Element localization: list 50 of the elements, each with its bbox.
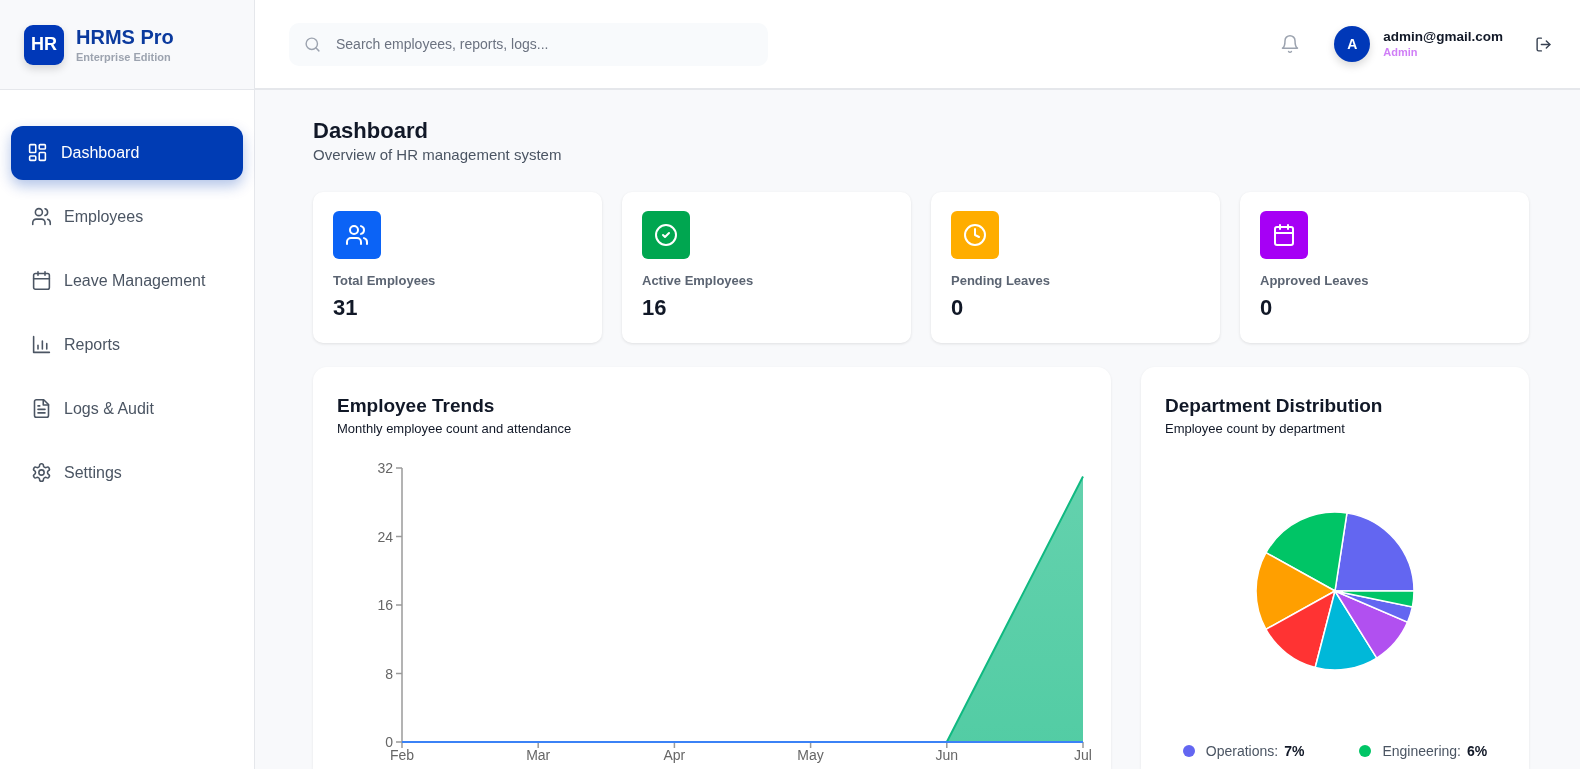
stat-value: 31 — [333, 293, 358, 322]
stat-value: 16 — [642, 293, 667, 322]
document-icon — [31, 398, 52, 420]
page-title: Dashboard — [313, 117, 428, 145]
search-icon — [304, 35, 321, 53]
axis-tick-label: 0 — [385, 734, 393, 750]
logout-icon[interactable] — [1535, 35, 1552, 53]
page-subtitle: Overview of HR management system — [313, 145, 562, 165]
sidebar-item[interactable]: Employees — [11, 190, 243, 244]
user-role: Admin — [1383, 45, 1418, 60]
card-subtitle: Employee count by department — [1165, 420, 1345, 438]
user-avatar[interactable]: A — [1334, 26, 1371, 62]
axis-label: Feb — [389, 747, 415, 763]
axis-tick-label: 16 — [377, 597, 393, 613]
stat-label: Approved Leaves — [1260, 271, 1369, 290]
calendar-icon — [31, 270, 52, 292]
people-icon — [31, 206, 52, 228]
legend-label: Engineering: — [1382, 743, 1461, 759]
sidebar-item[interactable]: Reports — [11, 318, 243, 372]
axis-label: Jun — [935, 747, 959, 763]
sidebar-item[interactable]: Logs & Audit — [11, 382, 243, 436]
axis-tick-label: 32 — [377, 460, 393, 476]
app-edition: Enterprise Edition — [76, 49, 171, 65]
card-title: Department Distribution — [1165, 394, 1383, 418]
stat-label: Active Employees — [642, 271, 754, 290]
sidebar-item[interactable]: Dashboard — [11, 126, 243, 180]
stat-label: Pending Leaves — [951, 271, 1050, 290]
card-title: Employee Trends — [337, 394, 495, 418]
axis-tick-label: 24 — [377, 528, 393, 545]
legend-label: Operations: — [1205, 743, 1279, 759]
grid-icon — [27, 142, 48, 164]
user-email: admin@gmail.com — [1383, 28, 1503, 45]
sidebar-item[interactable]: Leave Management — [11, 254, 243, 308]
axis-label: Mar — [526, 747, 551, 763]
bar-chart-icon — [31, 334, 52, 356]
stat-label: Total Employees — [333, 271, 436, 290]
legend-value: 6% — [1467, 743, 1488, 759]
axis-label: May — [797, 747, 824, 763]
axis-label: Jul — [1074, 747, 1092, 763]
axis-label: Apr — [663, 747, 686, 763]
axis-tick-label: 8 — [385, 665, 393, 682]
stat-value: 0 — [951, 293, 964, 322]
legend-value: 7% — [1284, 743, 1305, 759]
app-name: HRMS Pro — [76, 24, 174, 49]
card-subtitle: Monthly employee count and attendance — [337, 420, 572, 438]
settings-icon — [31, 462, 52, 484]
app-logo: HR — [24, 24, 64, 65]
sidebar-item[interactable]: Settings — [11, 446, 243, 500]
stat-value: 0 — [1260, 293, 1273, 322]
search-field[interactable]: Search employees, reports, logs... — [289, 22, 768, 66]
